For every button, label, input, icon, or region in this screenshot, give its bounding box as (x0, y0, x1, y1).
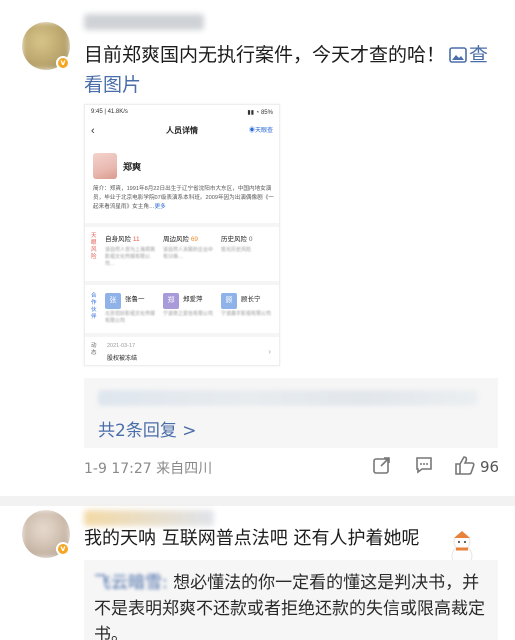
comment-icon[interactable] (414, 455, 434, 480)
partner-company: 宁波奇之爱信有限公司 (163, 311, 214, 317)
status-bar: 9:45 | 41.8K/s ▮▮ ◔ 85% (91, 109, 273, 119)
brand-logo: ◉天眼查 (248, 128, 273, 134)
image-icon (449, 47, 467, 63)
attached-screenshot[interactable]: 9:45 | 41.8K/s ▮▮ ◔ 85% ‹ 人员详情 ◉天眼查 郑爽 简… (84, 104, 280, 366)
risk-surrounding: 周边风险 69 该自然人关联的企业中有10条… (163, 233, 215, 261)
risk-value: 69 (190, 236, 199, 243)
risk-desc: 该自然人关联的企业中有10条… (163, 247, 214, 260)
reply-author[interactable]: 飞云暗雪: (94, 573, 168, 593)
reply-text: 飞云暗雪: 想必懂法的你一定看的懂这是判决书，并不是表明郑爽不还款或者拒绝还款的… (94, 570, 492, 640)
dynamic-side-label: 动态 (91, 343, 97, 356)
battery-level: 85 (260, 110, 268, 116)
like-count: 96 (480, 458, 500, 476)
thumbs-up-icon[interactable] (454, 455, 476, 480)
risk-history: 历史风险 0 暂无历史风险 (221, 233, 273, 254)
partner-side-label: 合作伙伴 (91, 293, 97, 320)
partner-company: 宁波鑫宇影视有限公司 (221, 311, 272, 317)
reply-count-link[interactable]: 共2条回复 > (98, 416, 196, 441)
brand-name: 天眼查 (254, 128, 273, 134)
reply-preview[interactable]: 共2条回复 > (84, 378, 498, 448)
partner-name: 张鲁一 (125, 296, 145, 303)
comment-text: 我的天呐 互联网普点法吧 还有人护着她呢 (84, 528, 420, 549)
partner-avatar: 郑 (163, 293, 179, 309)
blurred-reply (98, 390, 478, 406)
risk-self: 自身风险 11 该自然人曾为上海郑爽影视文化传媒有限公司… (105, 233, 157, 268)
share-icon[interactable] (372, 455, 392, 480)
chevron-right-icon: › (268, 347, 271, 356)
partner-name: 顾长宁 (241, 296, 261, 303)
risk-desc: 该自然人曾为上海郑爽影视文化传媒有限公司… (105, 247, 156, 267)
comment-meta: 1-9 17:27 来自四川 (84, 461, 213, 477)
section-divider (85, 333, 279, 337)
comment-body: 目前郑爽国内无执行案件，今天才查的哈！ (84, 44, 446, 66)
dynamic-text: 股权被冻结 (107, 356, 138, 362)
nav-bar: ‹ 人员详情 ◉天眼查 (85, 125, 279, 141)
status-right: ▮▮ ◔ 85% (247, 110, 273, 116)
risk-side-label: 天眼风险 (91, 233, 97, 260)
status-left: 9:45 | 41.8K/s (91, 109, 128, 115)
risk-label: 自身风险 (105, 236, 131, 243)
username[interactable] (84, 14, 204, 30)
partner-company: 北京坦好影视文化传媒有限公司 (105, 311, 156, 324)
intro-text: 简介：郑爽，1991年8月22日出生于辽宁省沈阳市大东区，中国内地女演员，毕业于… (93, 186, 274, 210)
partner-name: 郑爱萍 (183, 296, 203, 303)
person-intro: 简介：郑爽，1991年8月22日出生于辽宁省沈阳市大东区，中国内地女演员，毕业于… (93, 185, 275, 212)
risk-desc: 暂无历史风险 (221, 247, 252, 253)
risk-label: 历史风险 (221, 236, 247, 243)
risk-value: 0 (248, 236, 253, 243)
risk-label: 周边风险 (163, 236, 189, 243)
intro-more: 更多 (154, 204, 166, 210)
section-divider (85, 281, 279, 285)
risk-value: 11 (132, 236, 140, 243)
verified-badge-icon: v (56, 542, 70, 556)
section-divider (85, 223, 279, 227)
dynamic-date: 2021-03-17 (107, 343, 136, 349)
partner-avatar: 张 (105, 293, 121, 309)
reply-preview[interactable]: 飞云暗雪: 想必懂法的你一定看的懂这是判决书，并不是表明郑爽不还款或者拒绝还款的… (84, 560, 498, 640)
verified-badge-icon: v (56, 56, 70, 70)
comment-divider (0, 496, 515, 506)
person-name: 郑爽 (123, 162, 142, 172)
comment-text: 目前郑爽国内无执行案件，今天才查的哈！ 查看图片 (84, 40, 504, 100)
person-photo (93, 153, 117, 179)
partner-avatar: 顾 (221, 293, 237, 309)
